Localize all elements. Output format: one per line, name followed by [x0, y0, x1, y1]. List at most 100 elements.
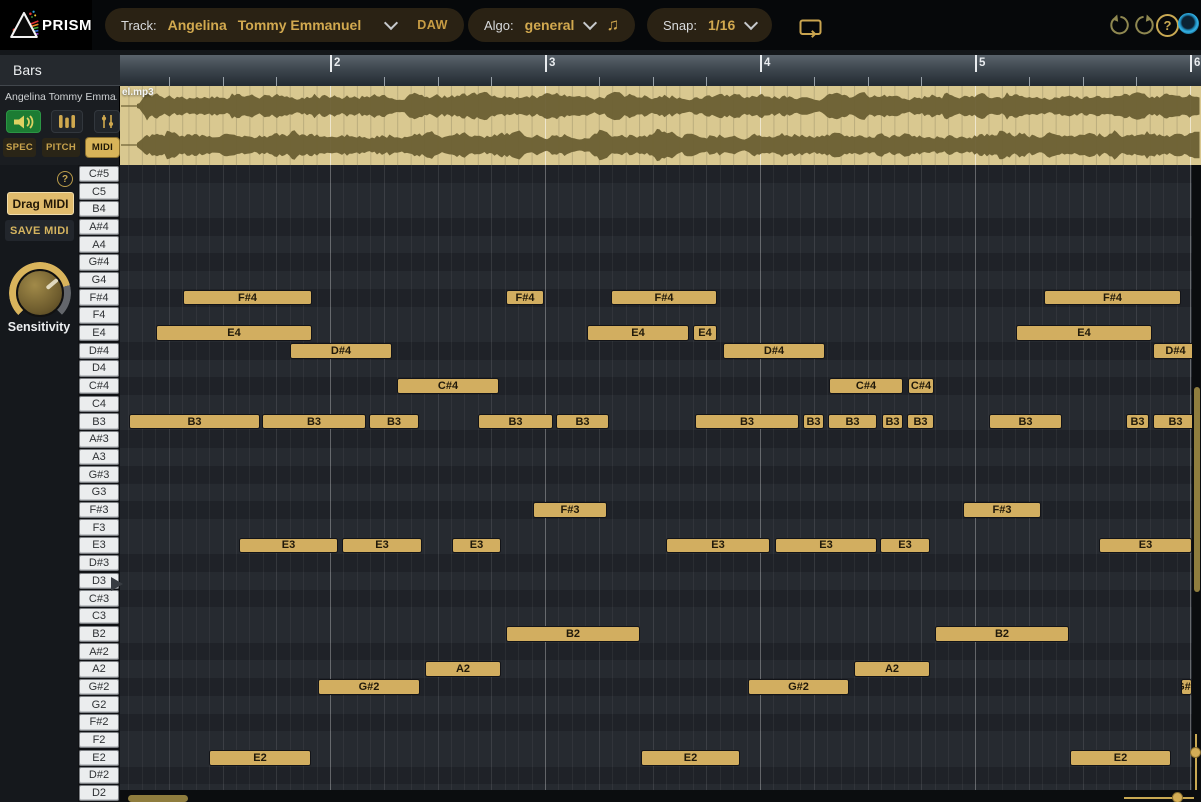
piano-key-C5[interactable]: C5 — [79, 183, 119, 200]
piano-key-C#5[interactable]: C#5 — [79, 166, 119, 183]
midi-help-icon[interactable]: ? — [57, 171, 73, 187]
piano-key-C#4[interactable]: C#4 — [79, 378, 119, 395]
waveform-display[interactable]: el.mp3 — [120, 86, 1201, 165]
piano-key-A2[interactable]: A2 — [79, 661, 119, 678]
midi-note-E3[interactable]: E3 — [666, 538, 770, 554]
music-note-icon[interactable]: ♫ — [606, 16, 619, 33]
piano-key-E3[interactable]: E3 — [79, 537, 119, 554]
playhead-arrow[interactable] — [111, 577, 123, 591]
midi-note-C#4[interactable]: C#4 — [397, 378, 499, 394]
piano-key-A3[interactable]: A3 — [79, 449, 119, 466]
piano-key-D4[interactable]: D4 — [79, 360, 119, 377]
midi-note-B3[interactable]: B3 — [369, 414, 419, 430]
track-selector[interactable]: Track: Angelina Tommy Emmanuel DAW — [105, 8, 464, 42]
algo-selector[interactable]: Algo: general ♫ — [468, 8, 635, 42]
drag-midi-button[interactable]: Drag MIDI — [7, 192, 74, 215]
midi-note-G#2[interactable]: G#2 — [748, 679, 849, 695]
audio-mute-button[interactable] — [6, 110, 41, 133]
piano-key-D2[interactable]: D2 — [79, 785, 119, 802]
piano-key-F4[interactable]: F4 — [79, 307, 119, 324]
piano-key-G#3[interactable]: G#3 — [79, 466, 119, 483]
midi-note-B3[interactable]: B3 — [1126, 414, 1149, 430]
tab-pitch[interactable]: PITCH — [42, 138, 80, 157]
piano-key-C3[interactable]: C3 — [79, 608, 119, 625]
midi-note-E2[interactable]: E2 — [209, 750, 311, 766]
midi-note-D#4[interactable]: D#4 — [290, 343, 392, 359]
midi-note-E4[interactable]: E4 — [1016, 325, 1152, 341]
timeline-ruler[interactable]: 23456 — [120, 55, 1201, 86]
vertical-scrollbar-thumb[interactable] — [1194, 387, 1200, 592]
bars-mode-selector[interactable]: Bars — [0, 55, 120, 86]
midi-note-E4[interactable]: E4 — [693, 325, 717, 341]
levels-button[interactable] — [51, 110, 83, 133]
midi-note-C#4[interactable]: C#4 — [829, 378, 903, 394]
piano-key-G4[interactable]: G4 — [79, 272, 119, 289]
midi-note-E3[interactable]: E3 — [880, 538, 930, 554]
vertical-zoom-slider[interactable] — [1195, 734, 1197, 790]
midi-note-E2[interactable]: E2 — [1070, 750, 1171, 766]
midi-note-E3[interactable]: E3 — [775, 538, 877, 554]
piano-key-A#4[interactable]: A#4 — [79, 219, 119, 236]
piano-key-C4[interactable]: C4 — [79, 396, 119, 413]
piano-key-A4[interactable]: A4 — [79, 236, 119, 253]
midi-note-G#2[interactable]: G#2 — [318, 679, 420, 695]
midi-note-F#4[interactable]: F#4 — [506, 290, 544, 306]
piano-key-G3[interactable]: G3 — [79, 484, 119, 501]
midi-note-B3[interactable]: B3 — [882, 414, 903, 430]
piano-key-E2[interactable]: E2 — [79, 750, 119, 767]
midi-note-A2[interactable]: A2 — [854, 661, 930, 677]
tab-spec[interactable]: SPEC — [3, 138, 36, 157]
piano-key-F2[interactable]: F2 — [79, 732, 119, 749]
midi-note-A2[interactable]: A2 — [425, 661, 501, 677]
midi-note-E3[interactable]: E3 — [239, 538, 338, 554]
piano-key-B3[interactable]: B3 — [79, 413, 119, 430]
midi-note-B3[interactable]: B3 — [828, 414, 877, 430]
save-midi-button[interactable]: SAVE MIDI — [5, 220, 74, 241]
midi-note-F#3[interactable]: F#3 — [533, 502, 607, 518]
vertical-zoom-knob[interactable] — [1190, 747, 1201, 758]
piano-key-F3[interactable]: F3 — [79, 519, 119, 536]
midi-note-B3[interactable]: B3 — [556, 414, 609, 430]
midi-note-E3[interactable]: E3 — [342, 538, 422, 554]
undo-icon[interactable] — [1107, 13, 1131, 37]
piano-key-A#3[interactable]: A#3 — [79, 431, 119, 448]
redo-icon[interactable] — [1132, 13, 1156, 37]
midi-note-E4[interactable]: E4 — [587, 325, 689, 341]
midi-note-B3[interactable]: B3 — [478, 414, 553, 430]
piano-key-G2[interactable]: G2 — [79, 696, 119, 713]
piano-key-C#3[interactable]: C#3 — [79, 590, 119, 607]
piano-key-F#4[interactable]: F#4 — [79, 289, 119, 306]
horizontal-zoom-knob[interactable] — [1172, 792, 1183, 802]
midi-note-B3[interactable]: B3 — [129, 414, 260, 430]
piano-key-B4[interactable]: B4 — [79, 201, 119, 218]
settings-button[interactable] — [94, 110, 120, 133]
piano-key-G#2[interactable]: G#2 — [79, 679, 119, 696]
piano-key-B2[interactable]: B2 — [79, 626, 119, 643]
piano-key-G#4[interactable]: G#4 — [79, 254, 119, 271]
midi-note-F#4[interactable]: F#4 — [1044, 290, 1181, 306]
sensitivity-knob[interactable] — [16, 269, 64, 317]
midi-note-B2[interactable]: B2 — [935, 626, 1069, 642]
daw-window-icon[interactable] — [799, 16, 823, 40]
midi-note-E3[interactable]: E3 — [1099, 538, 1192, 554]
chevron-down-icon[interactable] — [384, 15, 398, 29]
midi-note-B3[interactable]: B3 — [262, 414, 366, 430]
midi-note-B3[interactable]: B3 — [907, 414, 934, 430]
midi-note-B3[interactable]: B3 — [989, 414, 1062, 430]
midi-note-F#4[interactable]: F#4 — [611, 290, 717, 306]
piano-key-D#3[interactable]: D#3 — [79, 555, 119, 572]
piano-key-F#2[interactable]: F#2 — [79, 714, 119, 731]
midi-note-G#2[interactable]: G#2 — [1181, 679, 1192, 695]
midi-note-E3[interactable]: E3 — [452, 538, 501, 554]
piano-key-F#3[interactable]: F#3 — [79, 502, 119, 519]
midi-note-E2[interactable]: E2 — [641, 750, 740, 766]
snap-selector[interactable]: Snap: 1/16 — [647, 8, 772, 42]
horizontal-scrollbar-thumb[interactable] — [128, 795, 188, 802]
midi-note-C#4[interactable]: C#4 — [908, 378, 934, 394]
midi-note-B3[interactable]: B3 — [695, 414, 799, 430]
piano-key-A#2[interactable]: A#2 — [79, 643, 119, 660]
chevron-down-icon[interactable] — [744, 15, 758, 29]
horizontal-zoom-slider[interactable] — [1124, 797, 1194, 799]
piano-roll-grid[interactable]: F#4F#4F#4F#4E4E4E4E4D#4D#4D#4C#4C#4C#4B3… — [120, 165, 1201, 802]
chevron-down-icon[interactable] — [583, 15, 597, 29]
